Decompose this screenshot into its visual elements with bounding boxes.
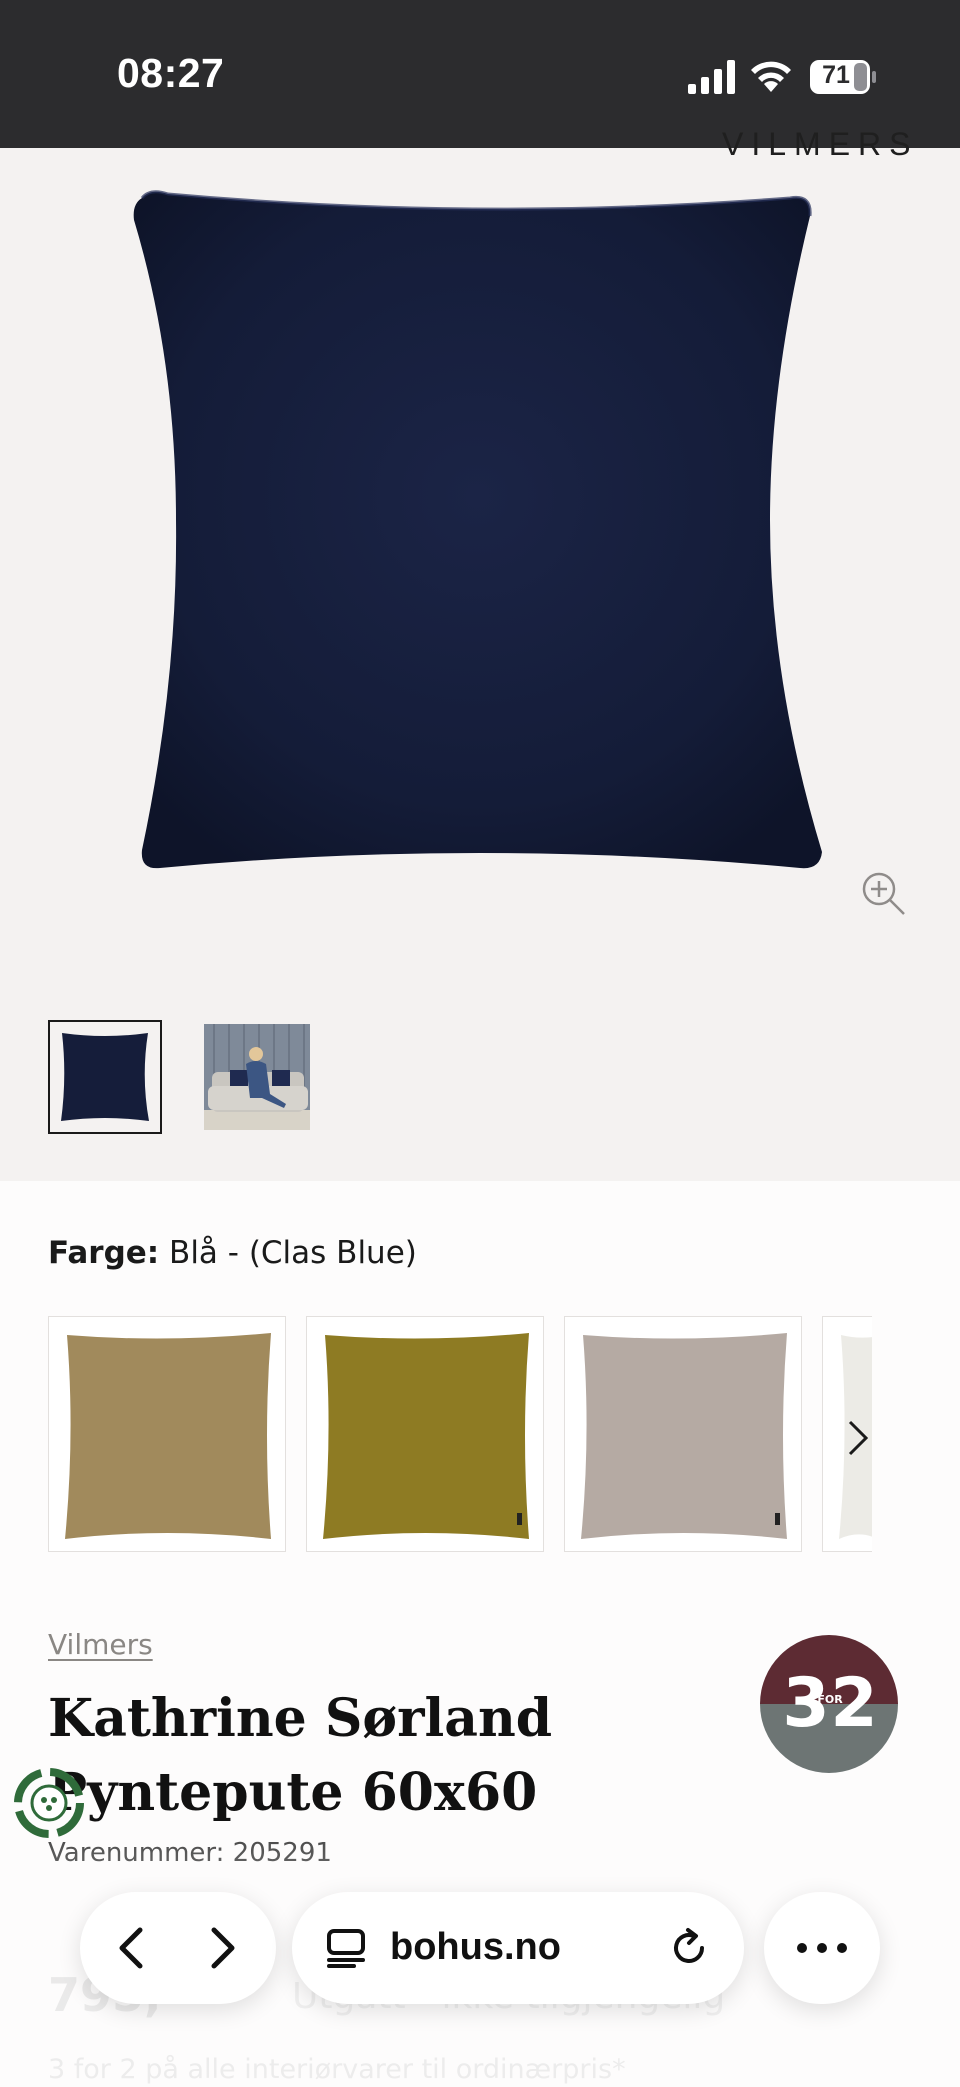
back-icon[interactable] xyxy=(102,1918,162,1978)
color-label: Farge: Blå - (Clas Blue) xyxy=(48,1235,417,1271)
sku-number: Varenummer: 205291 xyxy=(48,1838,332,1868)
address-bar[interactable]: bohus.no xyxy=(292,1892,744,2004)
product-title: Kathrine Sørland Pyntepute 60x60 xyxy=(48,1682,748,1830)
status-time: 08:27 xyxy=(117,50,225,96)
color-label-value: Blå - (Clas Blue) xyxy=(169,1235,417,1271)
battery-level: 71 xyxy=(822,61,850,89)
color-label-key: Farge: xyxy=(48,1235,160,1271)
color-swatch-3[interactable] xyxy=(564,1316,802,1552)
product-title-line-1: Kathrine Sørland xyxy=(48,1688,553,1749)
forward-icon[interactable] xyxy=(192,1918,252,1978)
product-title-line-2: Pyntepute 60x60 xyxy=(48,1762,538,1823)
brand-watermark: VILMERS xyxy=(722,126,919,162)
lifestyle-sofa-thumbnail-icon xyxy=(204,1024,310,1130)
promo-badge-right: 2 xyxy=(830,1664,877,1743)
chevron-right-icon[interactable] xyxy=(840,1418,876,1458)
promo-text: 3 for 2 på alle interiørvarer til ordinæ… xyxy=(48,2054,626,2085)
zoom-in-icon[interactable] xyxy=(860,870,906,916)
brand-link[interactable]: Vilmers xyxy=(48,1628,153,1661)
more-menu-button[interactable] xyxy=(764,1892,880,2004)
navy-cushion-thumbnail-icon xyxy=(61,1033,149,1121)
signal-icon xyxy=(688,60,735,94)
cushion-swatch-3-icon xyxy=(581,1333,787,1539)
tabs-icon[interactable] xyxy=(326,1928,366,1968)
wifi-icon xyxy=(751,61,791,92)
navigation-controls xyxy=(80,1892,276,2004)
thumbnail-lifestyle[interactable] xyxy=(204,1024,310,1130)
cushion-swatch-2-icon xyxy=(323,1333,529,1539)
reload-icon[interactable] xyxy=(668,1926,712,1970)
more-icon xyxy=(797,1943,847,1953)
color-swatch-2[interactable] xyxy=(306,1316,544,1552)
promo-3-for-2-badge: 3 FOR 2 xyxy=(760,1635,898,1773)
cushion-swatch-1-icon xyxy=(65,1333,271,1539)
eco-recycle-icon[interactable] xyxy=(14,1768,84,1838)
thumbnail-navy-cushion[interactable] xyxy=(48,1020,162,1134)
color-swatch-1[interactable] xyxy=(48,1316,286,1552)
main-product-image[interactable] xyxy=(120,180,840,880)
url-text[interactable]: bohus.no xyxy=(390,1926,561,1969)
product-page: 08:27 71 VILMERS Farge: Blå - (Clas Blue… xyxy=(0,0,960,2087)
